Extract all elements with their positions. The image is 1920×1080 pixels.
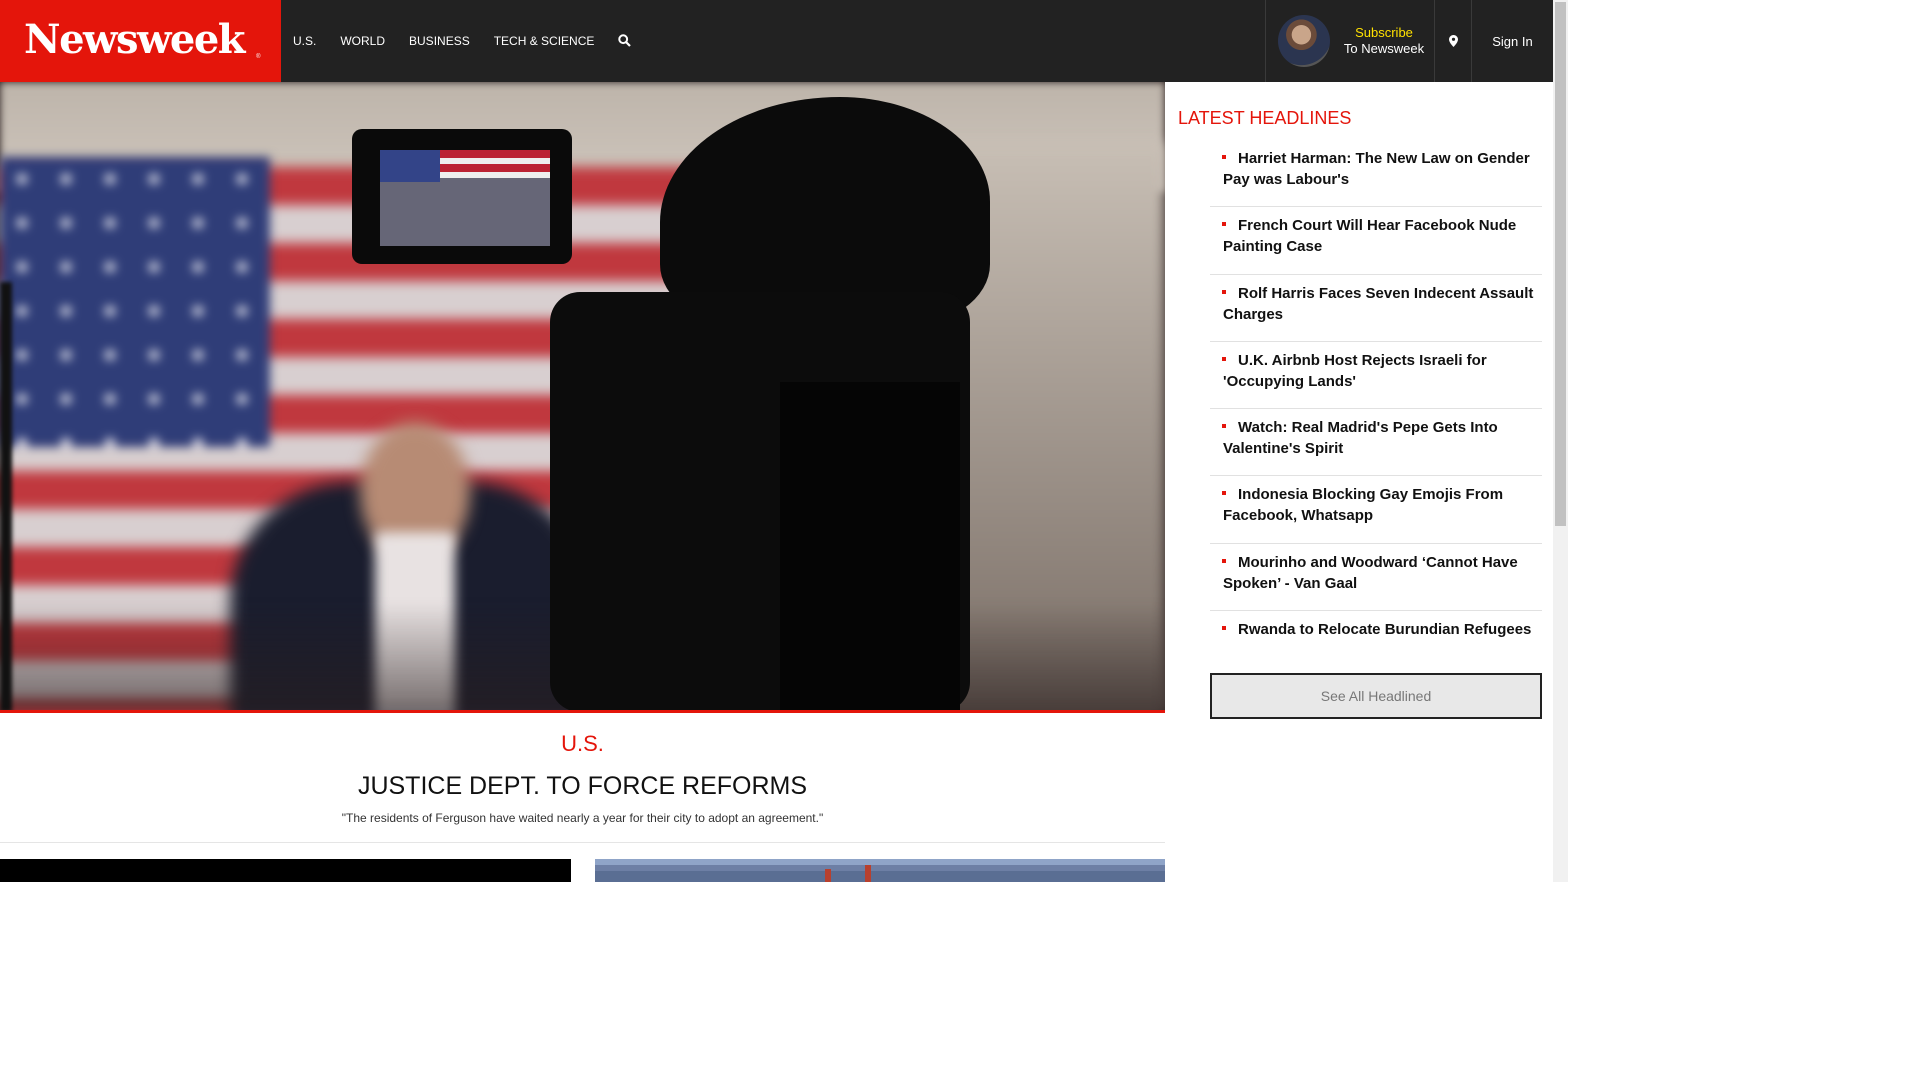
subscribe-button[interactable]: Subscribe To Newsweek — [1265, 0, 1435, 82]
headline-item[interactable]: Rwanda to Relocate Burundian Refugees — [1210, 611, 1542, 679]
hero-flag-union — [0, 157, 270, 447]
subscribe-label: Subscribe — [1355, 25, 1413, 40]
tile-bridge-tower — [865, 865, 871, 882]
site-header: Newsweek ® U.S. WORLD BUSINESS TECH & SC… — [0, 0, 1553, 82]
headline-item[interactable]: U.K. Airbnb Host Rejects Israeli for 'Oc… — [1210, 342, 1542, 410]
headline-text[interactable]: U.K. Airbnb Host Rejects Israeli for 'Oc… — [1223, 350, 1534, 392]
story-tile-left[interactable] — [0, 859, 571, 882]
nav-item-world[interactable]: WORLD — [340, 34, 385, 48]
headline-item[interactable]: Indonesia Blocking Gay Emojis From Faceb… — [1210, 476, 1542, 544]
hero-foreground-pole — [0, 282, 12, 712]
headline-text[interactable]: Mourinho and Woodward ‘Cannot Have Spoke… — [1223, 552, 1534, 594]
hero-monitor-flag — [380, 150, 440, 182]
see-all-headlines-button[interactable]: See All Headlined — [1210, 673, 1542, 719]
headline-item[interactable]: Watch: Real Madrid's Pepe Gets Into Vale… — [1210, 409, 1542, 477]
tile-bridge-tower — [825, 869, 831, 882]
nav-item-business[interactable]: BUSINESS — [409, 34, 470, 48]
headline-item[interactable]: Mourinho and Woodward ‘Cannot Have Spoke… — [1210, 544, 1542, 612]
headline-text[interactable]: Harriet Harman: The New Law on Gender Pa… — [1223, 148, 1534, 190]
hero-headline-link[interactable]: JUSTICE DEPT. TO FORCE REFORMS — [0, 772, 1165, 801]
nav-item-us[interactable]: U.S. — [293, 34, 316, 48]
bullet-icon — [1222, 289, 1226, 294]
headline-item[interactable]: Rolf Harris Faces Seven Indecent Assault… — [1210, 275, 1542, 342]
headline-text[interactable]: French Court Will Hear Facebook Nude Pai… — [1223, 215, 1534, 257]
sign-in-link[interactable]: Sign In — [1472, 0, 1553, 82]
hero-camera-tripod — [780, 382, 960, 712]
bullet-icon — [1222, 356, 1226, 361]
headline-text[interactable]: Watch: Real Madrid's Pepe Gets Into Vale… — [1223, 417, 1534, 459]
bullet-icon — [1222, 155, 1226, 159]
bullet-icon — [1222, 491, 1226, 496]
subscribe-text: Subscribe To Newsweek — [1338, 25, 1430, 57]
bullet-icon — [1222, 222, 1226, 227]
headline-text[interactable]: Rwanda to Relocate Burundian Refugees — [1223, 619, 1534, 640]
latest-headlines-sidebar: LATEST HEADLINES Harriet Harman: The New… — [1165, 82, 1553, 882]
magazine-cover-avatar — [1278, 15, 1330, 67]
headline-text[interactable]: Indonesia Blocking Gay Emojis From Faceb… — [1223, 484, 1534, 526]
logo-text: Newsweek — [24, 16, 246, 63]
bullet-icon — [1222, 424, 1226, 429]
section-divider — [0, 842, 1165, 843]
map-pin-icon[interactable] — [1435, 0, 1472, 82]
hero-dek: "The residents of Ferguson have waited n… — [341, 811, 824, 825]
logo-registered-mark: ® — [256, 54, 261, 60]
page-scrollbar-thumb[interactable] — [1555, 2, 1566, 526]
hero-image[interactable] — [0, 82, 1165, 712]
main-nav: U.S. WORLD BUSINESS TECH & SCIENCE — [293, 0, 632, 82]
subscribe-sublabel: To Newsweek — [1343, 41, 1425, 56]
bullet-icon — [1222, 558, 1226, 563]
nav-item-tech-science[interactable]: TECH & SCIENCE — [494, 34, 595, 48]
headline-item[interactable]: French Court Will Hear Facebook Nude Pai… — [1210, 207, 1542, 275]
headline-list: Harriet Harman: The New Law on Gender Pa… — [1210, 140, 1542, 679]
story-tile-right[interactable] — [595, 859, 1165, 882]
hero-category-link[interactable]: U.S. — [0, 731, 1165, 757]
hero-caption: U.S. JUSTICE DEPT. TO FORCE REFORMS "The… — [0, 713, 1165, 843]
search-icon[interactable] — [618, 34, 632, 48]
headline-text[interactable]: Rolf Harris Faces Seven Indecent Assault… — [1223, 283, 1534, 325]
sidebar-title: LATEST HEADLINES — [1178, 108, 1352, 128]
headline-item[interactable]: Harriet Harman: The New Law on Gender Pa… — [1210, 140, 1542, 208]
bullet-icon — [1222, 626, 1226, 631]
newsweek-logo[interactable]: Newsweek ® — [0, 0, 281, 82]
